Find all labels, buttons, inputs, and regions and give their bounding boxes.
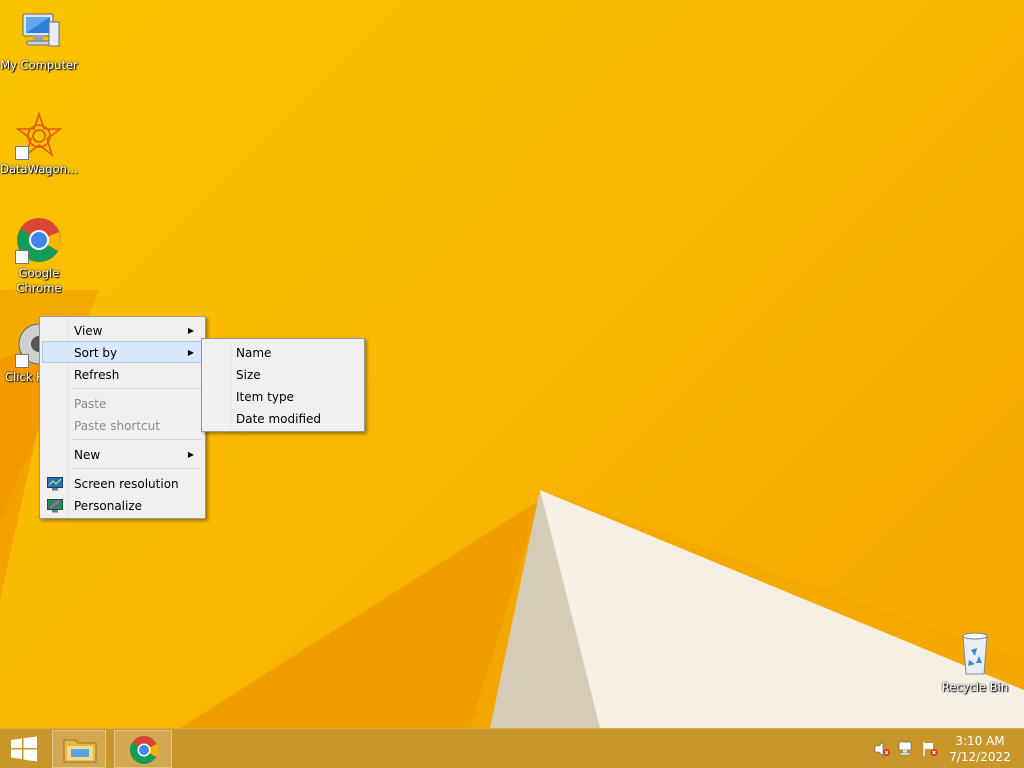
desktop-icon-label: Recycle Bin [941, 680, 1009, 694]
speaker-muted-icon[interactable] [873, 741, 891, 757]
menu-separator [72, 468, 201, 469]
menu-item-label: Item type [236, 390, 294, 404]
menu-item-screen-resolution[interactable]: Screen resolution [42, 472, 203, 494]
sort-item-item-type[interactable]: Item type [204, 385, 362, 407]
menu-item-label: Paste shortcut [74, 419, 160, 433]
sort-item-size[interactable]: Size [204, 363, 362, 385]
desktop-icon-my-computer[interactable]: My Computer [0, 8, 78, 73]
desktop-icon-recycle-bin[interactable]: Recycle Bin [936, 630, 1014, 695]
menu-item-label: Paste [74, 397, 107, 411]
menu-separator [72, 388, 201, 389]
submenu-arrow-icon: ▶ [187, 326, 194, 335]
chrome-icon [15, 216, 63, 264]
screen-resolution-icon [47, 476, 63, 491]
desktop-icon-label: My Computer [0, 58, 78, 72]
menu-item-paste[interactable]: Paste [42, 392, 203, 414]
menu-item-paste-shortcut[interactable]: Paste shortcut [42, 414, 203, 436]
datawagon-icon [15, 111, 63, 160]
menu-item-label: Sort by [74, 346, 118, 360]
menu-item-new[interactable]: New ▶ [42, 443, 203, 465]
shortcut-arrow-icon [15, 146, 29, 160]
recycle-bin-icon [951, 630, 999, 678]
clock-date: 7/12/2022 [949, 750, 1011, 764]
start-button[interactable] [0, 729, 48, 768]
menu-item-label: Name [236, 346, 272, 360]
desktop-icon-google-chrome[interactable]: Google Chrome [0, 216, 78, 296]
desktop-icon-label: Google Chrome [16, 266, 62, 295]
menu-item-label: View [74, 324, 103, 338]
menu-item-label: Refresh [74, 368, 120, 382]
desktop-icon-label: DataWagon... [0, 162, 78, 176]
menu-item-label: New [74, 448, 101, 462]
sort-by-submenu: Name Size Item type Date modified [201, 338, 365, 432]
menu-item-label: Screen resolution [74, 477, 179, 491]
desktop-icon-datawagon[interactable]: DataWagon... [0, 111, 78, 177]
folder-icon [63, 739, 97, 763]
chrome-icon [130, 736, 159, 764]
taskbar: 3:10 AM 7/12/2022 [0, 728, 1024, 768]
clock-time: 3:10 AM [955, 734, 1005, 748]
menu-item-label: Personalize [74, 499, 143, 513]
computer-icon [15, 8, 63, 56]
menu-item-label: Size [236, 368, 261, 382]
menu-item-view[interactable]: View ▶ [42, 319, 203, 341]
network-icon[interactable] [897, 741, 915, 757]
desktop-context-menu: View ▶ Sort by ▶ Refresh Paste Paste sho… [39, 316, 206, 519]
submenu-arrow-icon: ▶ [187, 450, 194, 459]
windows-logo-icon [11, 736, 37, 762]
menu-item-sort-by[interactable]: Sort by ▶ [42, 341, 203, 363]
menu-separator [72, 439, 201, 440]
shortcut-arrow-icon [15, 250, 29, 264]
shortcut-arrow-icon [15, 354, 29, 368]
action-center-flag-icon[interactable] [921, 741, 939, 757]
submenu-arrow-icon: ▶ [187, 348, 194, 357]
personalize-icon [47, 498, 63, 513]
menu-item-personalize[interactable]: Personalize [42, 494, 203, 516]
sort-item-date-modified[interactable]: Date modified [204, 407, 362, 429]
menu-item-label: Date modified [236, 412, 322, 426]
taskbar-file-explorer[interactable] [52, 730, 106, 768]
menu-item-refresh[interactable]: Refresh [42, 363, 203, 385]
sort-item-name[interactable]: Name [204, 341, 362, 363]
taskbar-google-chrome[interactable] [114, 730, 172, 768]
taskbar-clock[interactable]: 3:10 AM 7/12/2022 [948, 733, 1012, 765]
